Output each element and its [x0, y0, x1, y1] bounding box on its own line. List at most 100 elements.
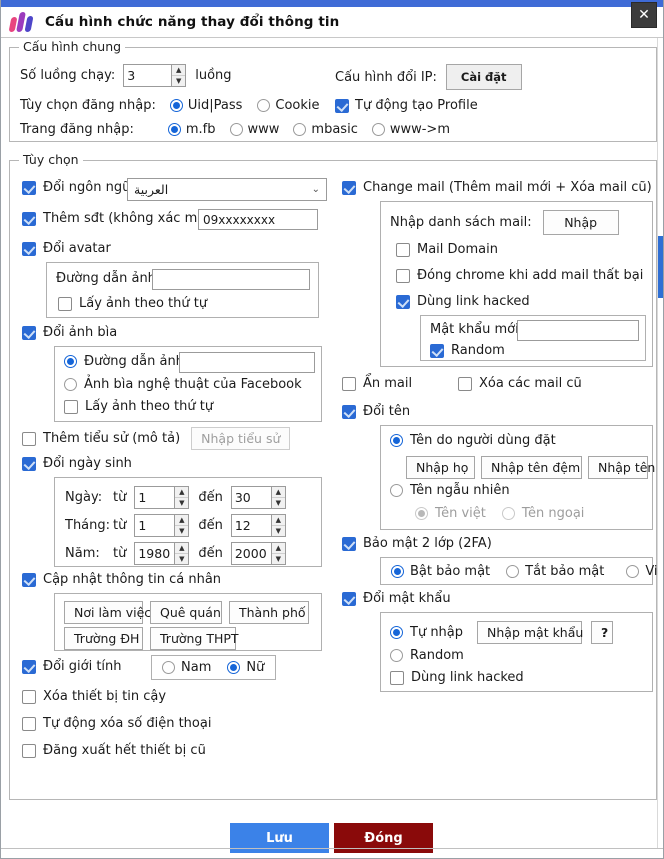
- stepper-up-icon[interactable]: ▲: [272, 487, 285, 498]
- stepper-up-icon[interactable]: ▲: [272, 543, 285, 554]
- birthday-year-to-value[interactable]: 2000: [231, 542, 271, 565]
- enter-firstname-button[interactable]: Nhập tên: [588, 456, 648, 479]
- enter-password-button[interactable]: Nhập mật khẩu: [477, 621, 582, 644]
- checkbox-change-language[interactable]: [22, 181, 36, 195]
- checkbox-mail-domain[interactable]: [396, 243, 410, 257]
- language-select[interactable]: العربية ⌄: [127, 178, 327, 201]
- stepper-buttons[interactable]: ▲▼: [174, 542, 189, 565]
- threads-stepper[interactable]: 3 ▲ ▼: [123, 64, 186, 87]
- radio-twofa-on[interactable]: [391, 565, 404, 578]
- highschool-button[interactable]: Trường THPT: [150, 627, 236, 650]
- stepper-down-icon[interactable]: ▼: [172, 76, 185, 86]
- radio-gender-female[interactable]: [227, 661, 240, 674]
- checkbox-password-random[interactable]: [430, 344, 444, 358]
- password-help-button[interactable]: ?: [591, 621, 613, 644]
- enter-middlename-button[interactable]: Nhập tên đệm: [481, 456, 582, 479]
- birthday-day-from-stepper[interactable]: 1 ▲▼: [134, 486, 189, 509]
- radio-page-mbasic[interactable]: [293, 123, 306, 136]
- stepper-up-icon[interactable]: ▲: [172, 65, 185, 76]
- checkbox-change-cover[interactable]: [22, 326, 36, 340]
- stepper-down-icon[interactable]: ▼: [272, 526, 285, 536]
- checkbox-delete-trusted-devices[interactable]: [22, 690, 36, 704]
- checkbox-change-birthday[interactable]: [22, 457, 36, 471]
- checkbox-mail-hacked-link[interactable]: [396, 295, 410, 309]
- stepper-buttons[interactable]: ▲▼: [174, 514, 189, 537]
- checkbox-auto-create-profile[interactable]: [335, 99, 349, 113]
- stepper-up-icon[interactable]: ▲: [175, 487, 188, 498]
- radio-custom-name[interactable]: [390, 434, 403, 447]
- city-button[interactable]: Thành phố: [229, 601, 309, 624]
- radio-page-www[interactable]: [230, 123, 243, 136]
- checkbox-change-name[interactable]: [342, 405, 356, 419]
- stepper-buttons[interactable]: ▲▼: [271, 514, 286, 537]
- stepper-buttons[interactable]: ▲▼: [271, 542, 286, 565]
- avatar-path-input[interactable]: [152, 269, 310, 290]
- birthday-month-from-stepper[interactable]: 1 ▲▼: [134, 514, 189, 537]
- radio-login-cookie[interactable]: [257, 99, 270, 112]
- birthday-year-to-stepper[interactable]: 2000 ▲▼: [231, 542, 286, 565]
- radio-random-name[interactable]: [390, 484, 403, 497]
- checkbox-add-bio[interactable]: [22, 432, 36, 446]
- radio-twofa-vip[interactable]: [626, 565, 639, 578]
- checkbox-avatar-order[interactable]: [58, 297, 72, 311]
- stepper-up-icon[interactable]: ▲: [272, 515, 285, 526]
- hometown-button[interactable]: Quê quán: [150, 601, 222, 624]
- stepper-up-icon[interactable]: ▲: [175, 543, 188, 554]
- stepper-down-icon[interactable]: ▼: [272, 498, 285, 508]
- phone-input[interactable]: [198, 209, 318, 230]
- checkbox-password-hacked-link[interactable]: [390, 671, 404, 685]
- radio-cover-path[interactable]: [64, 355, 77, 368]
- checkbox-change-gender[interactable]: [22, 660, 36, 674]
- birthday-year-from-value[interactable]: 1980: [134, 542, 174, 565]
- radio-foreign-name[interactable]: [502, 507, 515, 520]
- threads-value[interactable]: 3: [123, 64, 171, 87]
- checkbox-auto-delete-phone[interactable]: [22, 717, 36, 731]
- radio-password-manual[interactable]: [390, 626, 403, 639]
- radio-gender-male[interactable]: [162, 661, 175, 674]
- stepper-down-icon[interactable]: ▼: [175, 498, 188, 508]
- threads-stepper-buttons[interactable]: ▲ ▼: [171, 64, 186, 87]
- birthday-day-from-value[interactable]: 1: [134, 486, 174, 509]
- radio-viet-name[interactable]: [415, 507, 428, 520]
- stepper-down-icon[interactable]: ▼: [175, 526, 188, 536]
- import-mail-button[interactable]: Nhập: [543, 210, 619, 235]
- checkbox-close-chrome-on-fail[interactable]: [396, 269, 410, 283]
- checkbox-add-phone[interactable]: [22, 212, 36, 226]
- vertical-scrollbar-track[interactable]: [657, 38, 663, 848]
- birthday-year-from-stepper[interactable]: 1980 ▲▼: [134, 542, 189, 565]
- checkbox-cover-order[interactable]: [64, 400, 78, 414]
- checkbox-change-avatar[interactable]: [22, 242, 36, 256]
- stepper-buttons[interactable]: ▲▼: [271, 486, 286, 509]
- stepper-up-icon[interactable]: ▲: [175, 515, 188, 526]
- birthday-day-to-value[interactable]: 30: [231, 486, 271, 509]
- checkbox-hide-mail[interactable]: [342, 377, 356, 391]
- birthday-month-to-stepper[interactable]: 12 ▲▼: [231, 514, 286, 537]
- radio-login-uidpass[interactable]: [170, 99, 183, 112]
- cover-path-input[interactable]: [179, 352, 315, 373]
- radio-page-mfb[interactable]: [168, 123, 181, 136]
- stepper-down-icon[interactable]: ▼: [272, 554, 285, 564]
- checkbox-update-personal-info[interactable]: [22, 573, 36, 587]
- radio-twofa-off[interactable]: [506, 565, 519, 578]
- checkbox-delete-old-mails[interactable]: [458, 377, 472, 391]
- university-button[interactable]: Trường ĐH: [64, 627, 143, 650]
- new-password-input[interactable]: [517, 320, 639, 341]
- checkbox-twofa[interactable]: [342, 537, 356, 551]
- radio-password-random[interactable]: [390, 649, 403, 662]
- enter-lastname-button[interactable]: Nhập họ: [406, 456, 475, 479]
- radio-page-www-to-m[interactable]: [372, 123, 385, 136]
- close-icon[interactable]: ✕: [631, 2, 657, 28]
- checkbox-change-password[interactable]: [342, 592, 356, 606]
- ip-settings-button[interactable]: Cài đặt: [446, 64, 522, 90]
- vertical-scrollbar-thumb[interactable]: [658, 236, 663, 298]
- stepper-buttons[interactable]: ▲▼: [174, 486, 189, 509]
- birthday-month-from-value[interactable]: 1: [134, 514, 174, 537]
- workplace-button[interactable]: Nơi làm việc: [64, 601, 143, 624]
- enter-bio-button[interactable]: Nhập tiểu sử: [191, 427, 290, 450]
- radio-cover-fb-art[interactable]: [64, 378, 77, 391]
- birthday-day-to-stepper[interactable]: 30 ▲▼: [231, 486, 286, 509]
- checkbox-change-mail[interactable]: [342, 181, 356, 195]
- checkbox-logout-old-devices[interactable]: [22, 744, 36, 758]
- stepper-down-icon[interactable]: ▼: [175, 554, 188, 564]
- birthday-month-to-value[interactable]: 12: [231, 514, 271, 537]
